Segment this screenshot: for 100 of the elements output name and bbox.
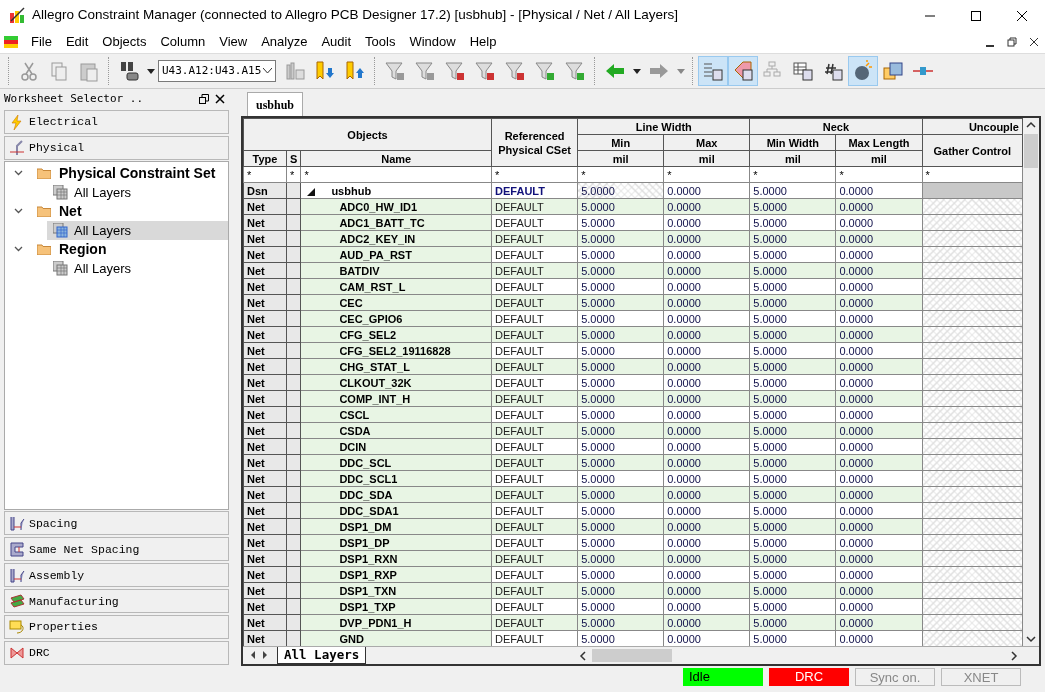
value-cell: 0.0000 [663,470,750,487]
tree-item[interactable]: All Layers [47,220,228,240]
cset-cell: DEFAULT [491,182,578,199]
value-cell: 5.0000 [749,278,836,295]
tree-folder[interactable]: Region [59,238,107,260]
value-cell: 5.0000 [577,246,664,263]
design-name: usbhub [331,184,372,197]
domain-tab[interactable]: Physical [4,135,229,160]
domain-tab[interactable]: DRC [4,641,229,666]
cset-cell: DEFAULT [491,374,578,391]
value-cell: 5.0000 [577,470,664,487]
restore-icon[interactable] [199,94,209,104]
scroll-thumb[interactable] [1024,134,1038,168]
value-cell: 0.0000 [835,502,923,519]
domain-tab[interactable]: Assembly [4,563,229,588]
tag-icon [9,619,25,636]
cset-cell: DEFAULT [491,438,578,455]
tree-item[interactable]: All Layers [47,182,228,202]
net-select[interactable]: U43.A12:U43.A15 [158,60,276,82]
sheet-tab[interactable]: All Layers [277,647,367,664]
filter-icon [564,60,586,82]
value-cell: 0.0000 [663,246,750,263]
group-header: Objects [243,118,492,151]
value-cell: 0.0000 [835,470,923,487]
menu-item[interactable]: File [24,32,59,52]
cset-cell: DEFAULT [491,278,578,295]
value-cell: 5.0000 [749,566,836,583]
menu-item[interactable]: Window [402,32,463,52]
scissors-icon [18,60,40,82]
value-cell: 5.0000 [577,374,664,391]
menu-item[interactable]: Audit [314,32,359,52]
value-cell: 5.0000 [749,438,836,455]
menu-item[interactable]: Column [153,32,213,52]
caret-icon [147,68,155,74]
domain-tab[interactable]: Properties [4,615,229,640]
group-header: Neck [749,118,923,135]
value-cell: 5.0000 [577,310,664,327]
menu-item[interactable]: Help [462,32,504,52]
filter-icon [474,60,496,82]
value-cell: 5.0000 [749,374,836,391]
caret-icon [677,68,685,74]
value-cell: 5.0000 [749,310,836,327]
group-header: Line Width [577,118,750,135]
cset-cell: DEFAULT [491,566,578,583]
chevron-down-icon[interactable] [14,246,23,253]
folder-icon [37,205,51,217]
status-indicator: DRC [769,668,849,686]
value-cell: 5.0000 [577,342,664,359]
chevron-down-icon[interactable] [14,208,23,215]
folder-icon [37,167,51,179]
spacing-icon [9,567,25,584]
value-cell: 5.0000 [577,502,664,519]
value-cell: 5.0000 [577,598,664,615]
domain-tab[interactable]: Same Net Spacing [4,537,229,562]
value-cell: 5.0000 [749,598,836,615]
value-cell: 5.0000 [577,406,664,423]
cset-cell: DEFAULT [491,310,578,327]
tag-button[interactable] [728,56,758,86]
value-cell: 0.0000 [663,502,750,519]
value-cell: 0.0000 [663,278,750,295]
filter-icon [534,60,556,82]
tag-icon [732,60,754,82]
value-cell: 5.0000 [577,438,664,455]
document-icon [4,34,18,50]
domain-tab[interactable]: Manufacturing [4,589,229,614]
bookmark-down-icon [314,60,336,82]
column-list-button[interactable] [698,56,728,86]
chevron-down-icon[interactable] [14,170,23,177]
chart-icon [284,60,306,82]
value-cell: 0.0000 [835,278,923,295]
value-cell: 0.0000 [835,438,923,455]
value-cell: 0.0000 [663,310,750,327]
menu-item[interactable]: Objects [95,32,154,52]
menu-item[interactable]: Edit [58,32,96,52]
tree-folder[interactable]: Physical Constraint Set [59,162,216,184]
filter-icon [504,60,526,82]
domain-tab[interactable]: Spacing [4,511,229,536]
value-cell: 5.0000 [749,534,836,551]
document-tab[interactable]: usbhub [247,92,304,116]
scroll-thumb[interactable] [592,649,673,662]
menu-item[interactable]: Analyze [254,32,315,52]
menu-item[interactable]: View [212,32,255,52]
filter-icon [414,60,436,82]
value-cell: 0.0000 [663,374,750,391]
bowtie-icon [9,645,25,662]
domain-tab[interactable]: Electrical [4,109,229,134]
close-icon[interactable] [215,94,225,104]
window-title: Allegro Constraint Manager (connected to Allegro PCB Designer 17.2) [usbhub] - [Physical / Net / All Layers] [32,6,680,25]
value-cell: 0.0000 [835,374,923,391]
value-cell: 5.0000 [577,534,664,551]
tree-folder[interactable]: Net [59,200,82,222]
bomb-button[interactable] [848,56,878,86]
lightning-icon [9,113,25,130]
tree-item[interactable]: All Layers [47,258,228,278]
folder-icon [37,243,51,255]
layers-icon [53,184,68,200]
cset-cell: DEFAULT [491,214,578,231]
group-header: Uncouple [922,118,1023,135]
menu-item[interactable]: Tools [358,32,403,52]
value-cell: 0.0000 [835,406,923,423]
